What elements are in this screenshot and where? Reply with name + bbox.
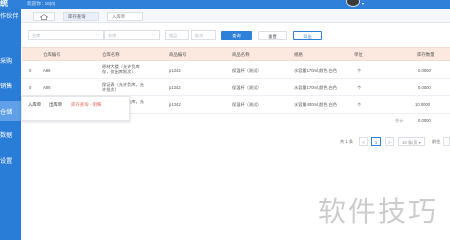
cell-code: A86 (43, 85, 51, 90)
submenu-item-inbound[interactable]: 入库单 (28, 102, 41, 108)
cell-code: A86 (43, 68, 51, 73)
col-unit: 单位 (354, 52, 363, 57)
col-qty: 库存数量 (417, 52, 435, 57)
warehouse-select-placeholder: 仓库 (108, 33, 117, 38)
sidebar-item-settings[interactable]: 设置 (0, 156, 21, 165)
goto-page-input[interactable] (443, 137, 450, 146)
more-icon: ⋯ (95, 32, 100, 37)
page-1-button[interactable]: 1 (371, 137, 381, 146)
col-warehouse-name: 仓库名称 (102, 52, 120, 57)
page-size-select[interactable]: 10 条/页 ▾ (398, 137, 425, 146)
warehouse-submenu: 入库单 出库单 库存查询 · 明细 (21, 96, 130, 121)
watermark: 软件技巧 (318, 195, 439, 228)
product-filter-placeholder: 商品 (169, 33, 178, 38)
col-spec: 规格 (294, 52, 303, 57)
sidebar-item-warehouse[interactable]: 仓储 (0, 101, 21, 121)
warehouse-select[interactable]: 仓库 ⋯ (104, 30, 160, 40)
table-header: 仓库编号 仓库名称 商品编号 商品名称 规格 单位 库存数量 (22, 47, 450, 61)
home-icon (39, 14, 49, 20)
cell-qty: 0.0000 (418, 85, 431, 90)
top-bar: 统 欢迎你 : 18(0) ▾ (0, 0, 450, 9)
user-avatar[interactable] (346, 0, 360, 7)
tab-bar: 库存查询 入库单 (21, 9, 450, 23)
batch-filter-placeholder: 批次 (195, 33, 204, 38)
prev-page-button[interactable]: < (359, 137, 368, 146)
cell-product: 保温杯（测试） (232, 102, 262, 107)
cell-name: 保证表（允许负库，允许批次） (102, 82, 144, 92)
total-label: 合计 (395, 118, 404, 123)
total-qty: 0.0000 (418, 118, 431, 123)
cell-sku: p1342 (169, 102, 181, 107)
export-button[interactable]: 导出 (293, 31, 322, 40)
col-product-name: 商品名称 (232, 52, 250, 57)
cell-unit: 个 (357, 102, 362, 107)
welcome-text: 欢迎你 : 18(0) (27, 1, 56, 6)
warehouse-filter-placeholder: 仓库 (32, 33, 41, 38)
goto-label: 前往 (432, 139, 441, 144)
user-menu-chevron-icon[interactable]: ▾ (362, 1, 364, 6)
cell-unit: 个 (357, 68, 362, 73)
submenu-item-outbound[interactable]: 出库单 (49, 102, 62, 108)
tab-stock-query[interactable]: 库存查询 (63, 12, 99, 21)
col-sku: 商品编号 (169, 52, 187, 57)
search-button[interactable]: 查询 (221, 31, 252, 40)
next-page-button[interactable]: > (385, 137, 394, 146)
more-icon: ⋯ (151, 32, 156, 37)
cell-spec: 水容量170ml,颜色:白色 (294, 85, 338, 90)
cell-qty: 0.0000 (418, 68, 431, 73)
warehouse-filter[interactable]: 仓库 ⋯ (28, 30, 104, 40)
sidebar-item-partners[interactable]: 作伙伴 (0, 11, 21, 20)
sidebar-item-data[interactable]: 数据 (0, 130, 21, 139)
app-logo: 统 (0, 0, 8, 8)
row-checkbox[interactable]: 0 (29, 85, 31, 90)
table-row[interactable]: 0 A86 保证表（允许负库，允许批次） p1342 保温杯（测试） 水容量17… (22, 79, 450, 96)
sidebar: 作伙伴 采购 销售 仓储 数据 设置 (0, 9, 21, 240)
sidebar-item-purchase[interactable]: 采购 (0, 56, 21, 65)
page-size-value: 10 条/页 (402, 139, 418, 145)
cell-sku: p1342 (169, 85, 181, 90)
tab-home[interactable] (33, 12, 55, 21)
product-filter[interactable]: 商品 (165, 30, 189, 40)
batch-filter[interactable]: 批次 (191, 30, 216, 40)
cell-spec: 水容量170ml,颜色:白色 (294, 68, 338, 73)
cell-sku: p1342 (169, 68, 181, 73)
tab-inbound-order[interactable]: 入库单 (107, 12, 143, 21)
pagination-total: 共 1 条 (340, 139, 354, 144)
col-warehouse-code: 仓库编号 (43, 52, 61, 57)
cell-product: 保温杯（测试） (232, 85, 262, 90)
cell-product: 保温杯（测试） (232, 68, 262, 73)
cell-qty: 10.0000 (415, 102, 431, 107)
sidebar-item-sales[interactable]: 销售 (0, 81, 21, 90)
table-row[interactable]: 0 A86 原材大楼（允许负库存，仅出库批次） p1342 保温杯（测试） 水容… (22, 61, 450, 79)
chevron-down-icon: ▾ (418, 139, 421, 145)
cell-spec: 水容量400ml,颜色:白色 (294, 102, 338, 107)
row-checkbox[interactable]: 0 (29, 68, 31, 73)
cell-unit: 个 (357, 85, 362, 90)
reset-button[interactable]: 重置 (258, 31, 287, 40)
cell-name: 原材大楼（允许负库存，仅出库批次） (102, 64, 140, 74)
submenu-item-stock-query[interactable]: 库存查询 · 明细 (71, 102, 101, 108)
